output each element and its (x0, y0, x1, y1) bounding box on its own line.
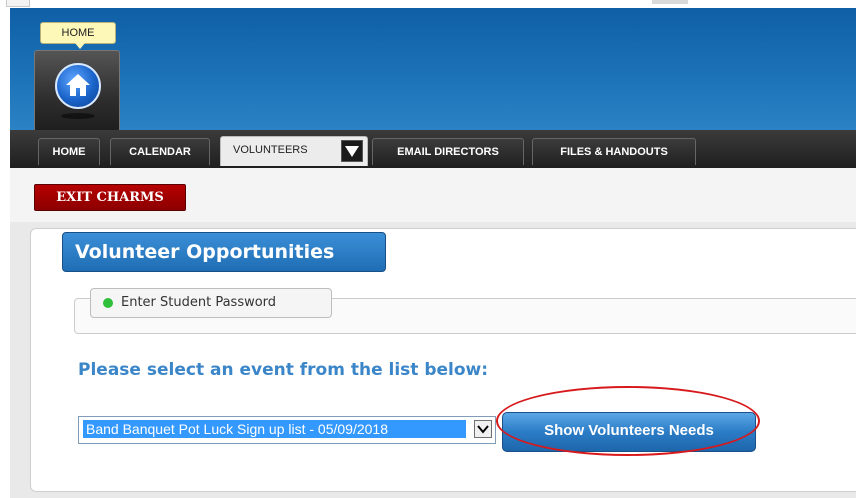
top-strip (0, 0, 856, 8)
status-dot-icon (103, 298, 113, 308)
caret-down-icon[interactable] (341, 140, 363, 162)
event-select[interactable]: Band Banquet Pot Luck Sign up list - 05/… (78, 416, 496, 444)
tab-home[interactable]: HOME (38, 138, 100, 165)
mini-tab (6, 0, 30, 7)
home-icon-shadow (61, 113, 95, 119)
enter-password-toggle[interactable]: Enter Student Password (90, 288, 332, 318)
home-button[interactable] (34, 50, 120, 132)
tab-email-directors[interactable]: EMAIL DIRECTORS (372, 138, 524, 165)
panel-title: Volunteer Opportunities (62, 232, 386, 272)
tab-volunteers-label: VOLUNTEERS (233, 144, 308, 156)
tab-volunteers[interactable]: VOLUNTEERS (220, 136, 368, 166)
tab-calendar[interactable]: CALENDAR (110, 138, 210, 165)
house-icon (66, 74, 90, 96)
chevron-down-icon (477, 425, 489, 434)
password-label: Enter Student Password (121, 295, 277, 310)
exit-charms-button[interactable]: EXIT CHARMS (34, 184, 186, 211)
sub-toolbar: EXIT CHARMS (10, 168, 856, 222)
mini-tab-2 (652, 0, 688, 4)
main-nav: HOME CALENDAR VOLUNTEERS EMAIL DIRECTORS… (10, 130, 856, 168)
tab-files-handouts[interactable]: FILES & HANDOUTS (532, 138, 696, 165)
select-event-heading: Please select an event from the list bel… (78, 360, 489, 380)
select-dropdown-button[interactable] (474, 420, 492, 438)
site-header (10, 8, 856, 130)
home-tooltip: HOME (40, 22, 116, 49)
home-icon-circle (55, 63, 101, 109)
show-volunteers-needs-button[interactable]: Show Volunteers Needs (502, 412, 756, 452)
event-selected-value: Band Banquet Pot Luck Sign up list - 05/… (83, 420, 466, 438)
